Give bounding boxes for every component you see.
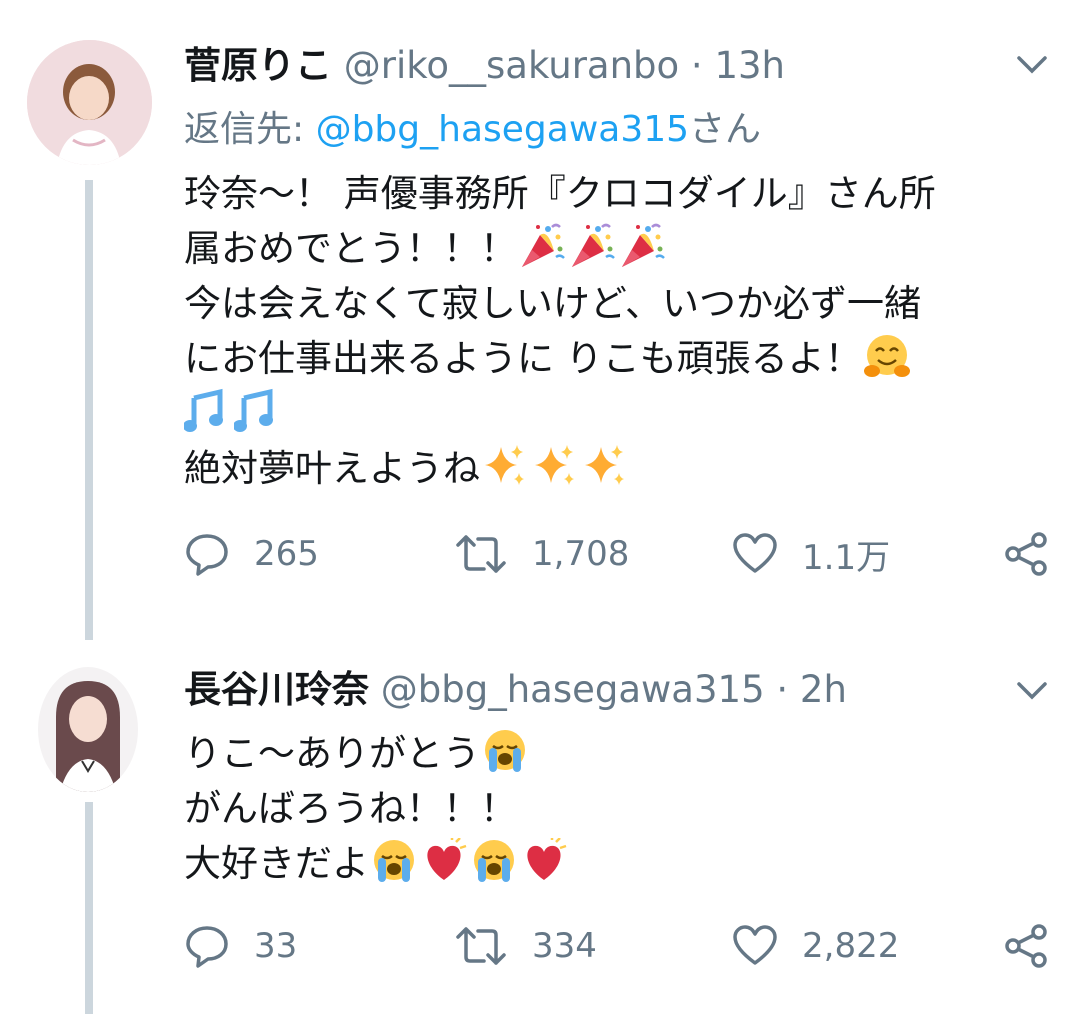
display-name[interactable]: 長谷川玲奈	[184, 668, 369, 711]
retweet-count: 334	[532, 926, 597, 966]
retweet-button[interactable]: 1,708	[454, 529, 629, 579]
tweet-1[interactable]: 菅原りこ @riko__sakuranbo · 13h 返信先: @bbg_ha…	[0, 0, 1080, 640]
separator: ·	[690, 44, 703, 87]
sparkles-icon	[581, 443, 629, 506]
avatar[interactable]	[27, 40, 152, 165]
avatar[interactable]	[38, 667, 138, 792]
sparkles-icon	[481, 443, 529, 506]
user-handle[interactable]: @bbg_hasegawa315	[381, 668, 765, 711]
thread-line	[85, 180, 93, 640]
reply-suffix: さん	[689, 109, 762, 150]
retweet-count: 1,708	[532, 534, 630, 574]
like-count: 2,822	[802, 926, 900, 966]
tweet-text: 玲奈〜！ 声優事務所『クロコダイル』さん所 属おめでとう！！！ 今は会えなくて寂…	[184, 166, 1044, 496]
loudly-crying-face-icon	[370, 838, 418, 901]
text-line: 玲奈〜！ 声優事務所『クロコダイル』さん所	[184, 166, 1044, 221]
chevron-down-icon[interactable]	[1016, 54, 1048, 80]
red-heart-icon	[420, 834, 468, 901]
tweet-text: りこ〜ありがとう がんばろうね！！！ 大好きだよ	[184, 726, 1044, 891]
tweet-2[interactable]: 長谷川玲奈 @bbg_hasegawa315 · 2h りこ〜ありがとう がんば…	[0, 640, 1080, 1014]
like-count: 1.1万	[802, 537, 891, 578]
red-heart-icon	[520, 834, 568, 901]
text-line: 絶対夢叶えようね	[184, 441, 1044, 496]
text-line-content: 玲奈〜！ 声優事務所『クロコダイル』さん所	[184, 172, 936, 215]
tweet-actions: 265 1,708 1.1万	[184, 529, 1054, 579]
reply-count: 33	[254, 926, 298, 966]
text-line: 属おめでとう！！！	[184, 221, 1044, 276]
display-name[interactable]: 菅原りこ	[184, 44, 332, 87]
text-line-content: にお仕事出来るように りこも頑張るよ！	[184, 337, 862, 380]
text-line: がんばろうね！！！	[184, 781, 1044, 836]
retweet-button[interactable]: 334	[454, 921, 597, 971]
share-icon	[1005, 924, 1047, 968]
reply-button[interactable]: 265	[184, 529, 319, 579]
retweet-icon	[456, 535, 506, 573]
heart-icon	[733, 533, 777, 573]
separator: ·	[776, 668, 789, 711]
user-handle[interactable]: @riko__sakuranbo	[344, 44, 679, 87]
text-line-content: がんばろうね！！！	[184, 787, 517, 830]
like-button[interactable]: 1.1万	[732, 529, 890, 579]
share-icon	[1005, 532, 1047, 576]
timestamp[interactable]: 13h	[714, 44, 785, 87]
hugging-face-icon	[862, 333, 912, 396]
reply-icon	[186, 534, 228, 576]
reply-mention-link[interactable]: @bbg_hasegawa315	[316, 109, 689, 150]
sparkles-icon	[531, 443, 579, 506]
share-button[interactable]	[1004, 921, 1050, 971]
heart-icon	[733, 925, 777, 965]
timestamp[interactable]: 2h	[800, 668, 847, 711]
text-line: りこ〜ありがとう	[184, 726, 1044, 781]
chevron-down-icon[interactable]	[1016, 680, 1048, 706]
reply-context: 返信先: @bbg_hasegawa315さん	[184, 108, 761, 152]
text-line: にお仕事出来るように りこも頑張るよ！	[184, 331, 1044, 386]
thread-line	[85, 802, 93, 1014]
tweet-actions: 33 334 2,822	[184, 921, 1054, 971]
share-button[interactable]	[1004, 529, 1050, 579]
text-line: 大好きだよ	[184, 834, 1044, 891]
like-button[interactable]: 2,822	[732, 921, 899, 971]
text-line: 今は会えなくて寂しいけど、いつか必ず一緒	[184, 276, 1044, 331]
reply-button[interactable]: 33	[184, 921, 297, 971]
text-line-content: 属おめでとう！！！	[184, 227, 517, 270]
text-line-content: 絶対夢叶えようね	[184, 447, 480, 490]
tweet-header: 長谷川玲奈 @bbg_hasegawa315 · 2h	[184, 668, 847, 712]
loudly-crying-face-icon	[470, 838, 518, 901]
text-line-content: 大好きだよ	[184, 842, 369, 885]
reply-prefix: 返信先:	[184, 109, 316, 150]
text-line-content: りこ〜ありがとう	[184, 732, 480, 775]
retweet-icon	[456, 927, 506, 965]
tweet-header: 菅原りこ @riko__sakuranbo · 13h	[184, 44, 785, 88]
text-line	[184, 386, 1044, 441]
reply-count: 265	[254, 534, 319, 574]
reply-icon	[186, 926, 228, 968]
text-line-content: 今は会えなくて寂しいけど、いつか必ず一緒	[184, 282, 922, 325]
